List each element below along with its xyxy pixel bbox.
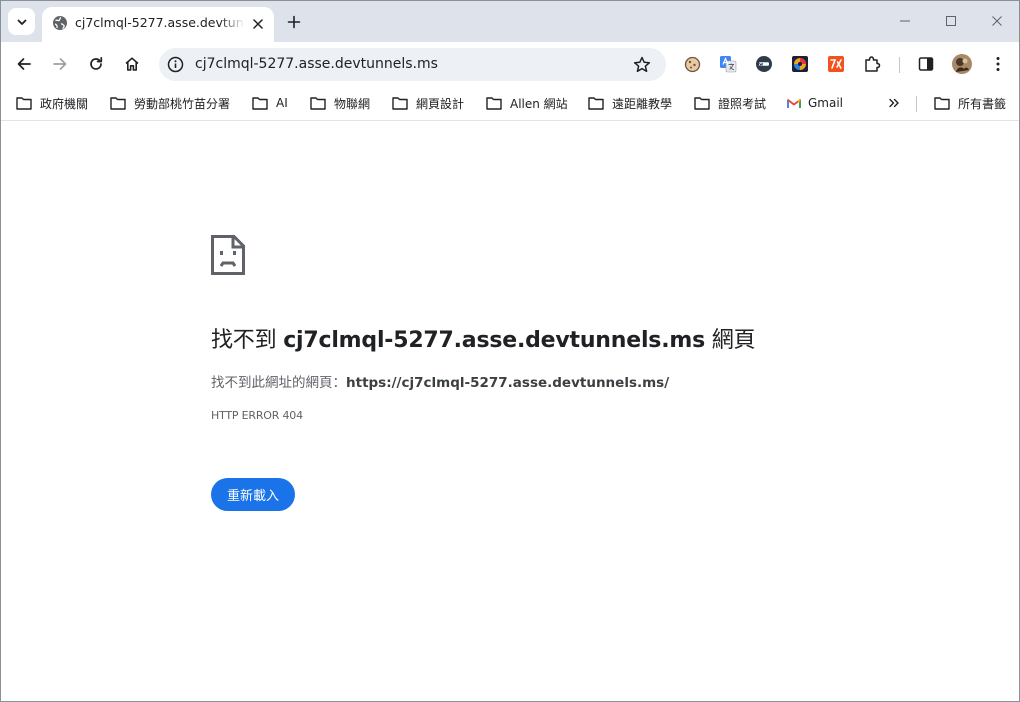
bookmarks-overflow-button[interactable] — [885, 94, 903, 112]
avatar-icon — [952, 54, 972, 74]
folder-icon — [310, 97, 326, 110]
error-heading-prefix: 找不到 — [211, 328, 284, 353]
chevron-down-icon — [17, 19, 26, 25]
web-extension-icon[interactable] — [755, 55, 773, 73]
close-icon — [253, 19, 263, 29]
bookmark-label: 物聯網 — [334, 96, 371, 111]
bookmark-folder[interactable]: 勞動部桃竹苗分署 — [110, 93, 230, 113]
chevron-double-right-icon — [889, 98, 899, 108]
back-button[interactable] — [10, 50, 38, 78]
all-bookmarks-folder[interactable]: 所有書籤 — [934, 93, 1006, 113]
bookmark-label: AI — [276, 96, 288, 110]
window-close-button[interactable] — [982, 7, 1012, 35]
bookmark-label: 政府機關 — [40, 96, 89, 111]
tab-title: cj7clmql-5277.asse.devtunnels.ms — [75, 15, 245, 30]
sad-document-icon — [211, 235, 245, 275]
side-panel-icon — [918, 57, 934, 71]
palette-icon — [792, 56, 808, 72]
folder-icon — [934, 97, 950, 110]
reload-button[interactable] — [82, 50, 110, 78]
reload-icon — [90, 56, 103, 70]
bookmark-folder[interactable]: Allen 網站 — [486, 93, 568, 113]
bookmarks-divider — [916, 96, 917, 112]
bookmark-label: Allen 網站 — [510, 96, 568, 111]
arrow-left-icon — [17, 58, 31, 70]
folder-icon — [16, 97, 32, 110]
folder-icon — [392, 97, 408, 110]
gmail-icon — [787, 98, 801, 108]
profile-avatar[interactable] — [952, 54, 972, 74]
active-tab[interactable]: cj7clmql-5277.asse.devtunnels.ms — [42, 7, 274, 42]
bookmark-gmail[interactable]: Gmail — [787, 93, 843, 113]
tab-close-button[interactable] — [248, 14, 268, 34]
folder-icon — [110, 97, 126, 110]
bookmarks-bar: 政府機關 勞動部桃竹苗分署 AI 物聯網 網頁設計 Allen 網站 遠距離教學 — [1, 87, 1019, 121]
info-icon[interactable] — [167, 56, 184, 73]
cookie-icon — [684, 56, 700, 72]
error-description: 找不到此網址的網頁：https://cj7clmql-5277.asse.dev… — [211, 371, 911, 391]
toolbar: cj7clmql-5277.asse.devtunnels.ms — [1, 42, 1019, 87]
browser-window: cj7clmql-5277.asse.devtunnels.ms — [0, 0, 1020, 702]
url-text[interactable]: cj7clmql-5277.asse.devtunnels.ms — [195, 56, 438, 74]
star-icon[interactable] — [632, 55, 652, 75]
cookie-extension-icon[interactable] — [683, 55, 701, 73]
translate-extension-icon[interactable] — [719, 55, 737, 73]
error-url: https://cj7clmql-5277.asse.devtunnels.ms… — [346, 375, 670, 391]
folder-icon — [252, 97, 268, 110]
bookmark-label: 遠距離教學 — [612, 96, 673, 111]
tab-strip: cj7clmql-5277.asse.devtunnels.ms — [1, 1, 1019, 42]
puzzle-icon — [865, 56, 881, 72]
error-description-prefix: 找不到此網址的網頁： — [211, 375, 346, 391]
error-heading-host: cj7clmql-5277.asse.devtunnels.ms — [283, 328, 705, 353]
home-button[interactable] — [118, 50, 146, 78]
bookmark-label: 所有書籤 — [958, 96, 1007, 111]
bookmark-label: 網頁設計 — [416, 96, 465, 111]
home-icon — [125, 57, 139, 71]
error-heading-suffix: 網頁 — [704, 328, 756, 353]
extensions-button[interactable] — [863, 55, 881, 73]
bookmark-label: 證照考試 — [718, 96, 767, 111]
address-bar[interactable]: cj7clmql-5277.asse.devtunnels.ms — [159, 48, 666, 81]
bookmark-folder[interactable]: 政府機關 — [16, 93, 88, 113]
toolbar-divider — [899, 57, 900, 73]
bookmark-folder[interactable]: 物聯網 — [310, 93, 370, 113]
globe-icon — [53, 16, 67, 30]
folder-icon — [486, 97, 502, 110]
plus-icon — [287, 15, 301, 29]
bookmark-folder[interactable]: 網頁設計 — [392, 93, 464, 113]
maximize-icon — [946, 16, 956, 26]
minimize-icon — [900, 20, 910, 22]
translate-icon — [720, 56, 737, 73]
bookmark-folder[interactable]: 證照考試 — [694, 93, 766, 113]
folder-icon — [694, 97, 710, 110]
colorful-extension-icon[interactable] — [791, 55, 809, 73]
side-panel-button[interactable] — [917, 55, 935, 73]
bookmark-folder[interactable]: AI — [252, 93, 288, 113]
arrow-right-icon — [53, 58, 67, 70]
maximize-button[interactable] — [936, 7, 966, 35]
minimize-button[interactable] — [890, 7, 920, 35]
close-icon — [992, 16, 1002, 26]
new-tab-button[interactable] — [282, 10, 306, 34]
page-content: 找不到 cj7clmql-5277.asse.devtunnels.ms 網頁 … — [1, 122, 1019, 701]
bookmark-folder[interactable]: 遠距離教學 — [588, 93, 672, 113]
percent-icon — [828, 56, 844, 72]
reload-page-button[interactable]: 重新載入 — [211, 478, 295, 511]
web-chat-icon — [756, 56, 772, 72]
menu-button[interactable] — [989, 55, 1007, 73]
bookmark-label: Gmail — [808, 96, 844, 110]
tab-search-button[interactable] — [8, 8, 35, 35]
forward-button[interactable] — [46, 50, 74, 78]
kebab-menu-icon — [996, 57, 1000, 71]
bookmark-label: 勞動部桃竹苗分署 — [134, 96, 231, 111]
orange-extension-icon[interactable] — [827, 55, 845, 73]
folder-icon — [588, 97, 604, 110]
error-code: HTTP ERROR 404 — [211, 409, 303, 422]
error-heading: 找不到 cj7clmql-5277.asse.devtunnels.ms 網頁 — [211, 322, 911, 354]
